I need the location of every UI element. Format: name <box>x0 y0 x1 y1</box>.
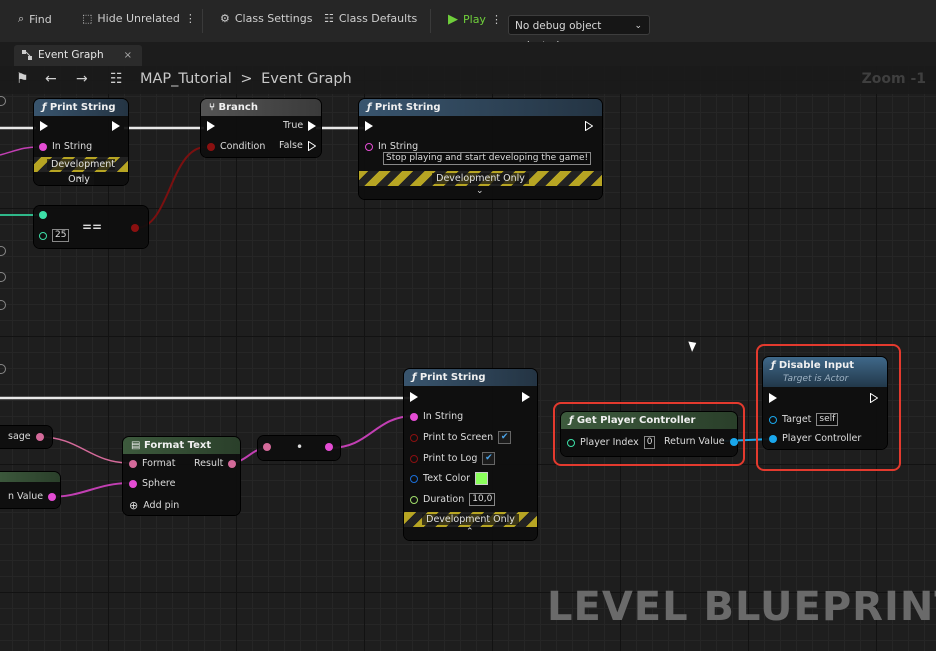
node-header: ▤ Format Text <box>123 437 240 454</box>
function-icon: ƒ <box>412 372 417 383</box>
format-pin[interactable]: Format <box>129 458 175 469</box>
print-string-node-3[interactable]: ƒ Print String In String Print to Screen… <box>404 369 537 540</box>
level-blueprint-watermark: LEVEL BLUEPRINT <box>547 584 936 630</box>
in-string-pin[interactable]: In String <box>410 411 463 422</box>
equals-operator: == <box>82 220 103 234</box>
node-header: ⑂ Branch <box>201 99 321 116</box>
breadcrumb-root[interactable]: MAP_Tutorial <box>140 71 232 87</box>
partial-message-node[interactable]: sage <box>0 426 52 448</box>
node-header: ƒ Print String <box>404 369 537 386</box>
function-icon: ƒ <box>367 102 372 113</box>
branch-icon: ⑂ <box>209 102 215 113</box>
text-color-pin[interactable]: Text Color <box>410 472 489 485</box>
false-pin[interactable]: False <box>279 140 316 151</box>
a-pin[interactable] <box>39 211 47 219</box>
graph-navbar: ⚑ ← → ☷ MAP_Tutorial > Event Graph Zoom … <box>0 66 936 94</box>
exec-in-pin[interactable] <box>207 121 215 131</box>
expand-chevron-icon[interactable]: ⌄ <box>76 172 84 182</box>
exec-in-pin[interactable] <box>410 392 418 402</box>
forward-arrow-icon[interactable]: → <box>76 71 88 87</box>
wires <box>0 126 773 498</box>
node-header: ƒ Print String <box>359 99 602 116</box>
message-pin[interactable]: sage <box>8 431 44 442</box>
node-header <box>0 472 60 482</box>
print-string-node-1[interactable]: ƒ Print String In String Development Onl… <box>34 99 128 185</box>
highlight-get-player-controller <box>553 402 745 466</box>
value-pin[interactable]: n Value <box>8 491 57 502</box>
in-string-pin[interactable]: In String <box>365 141 418 152</box>
node-header: ƒ Print String <box>34 99 128 116</box>
format-text-icon: ▤ <box>131 440 141 451</box>
development-only-banner: Development Only <box>404 512 537 527</box>
true-pin[interactable]: True <box>283 120 317 131</box>
conversion-out-pin[interactable] <box>325 443 333 451</box>
print-string-node-2[interactable]: ƒ Print String In String Stop playing an… <box>359 99 602 199</box>
expand-chevron-icon[interactable]: ⌄ <box>476 186 484 196</box>
breadcrumb-current: Event Graph <box>261 71 352 87</box>
function-icon: ƒ <box>42 102 47 113</box>
breadcrumb-separator: > <box>240 71 253 87</box>
add-pin-button[interactable]: ⊕ Add pin <box>129 499 179 512</box>
highlight-disable-input <box>756 344 901 471</box>
breadcrumb: MAP_Tutorial > Event Graph <box>140 71 352 87</box>
print-to-log-pin[interactable]: Print to Log ✔ <box>410 452 496 465</box>
partial-value-node[interactable]: n Value <box>0 472 60 508</box>
conversion-label: • <box>296 440 304 454</box>
exec-in-pin[interactable] <box>365 121 373 131</box>
condition-pin[interactable]: Condition <box>207 141 265 152</box>
bookmark-icon[interactable]: ⚑ <box>16 71 29 87</box>
text-color-swatch[interactable] <box>475 472 489 485</box>
print-to-log-checkbox[interactable]: ✔ <box>482 452 496 465</box>
bool-out-pin[interactable] <box>131 224 139 232</box>
in-string-value-field[interactable]: Stop playing and start developing the ga… <box>383 152 592 165</box>
left-edge-partial-nodes <box>0 96 8 386</box>
print-to-screen-checkbox[interactable]: ✔ <box>498 431 512 444</box>
exec-out-pin[interactable] <box>112 121 120 131</box>
print-to-screen-pin[interactable]: Print to Screen ✔ <box>410 431 512 444</box>
duration-pin[interactable]: Duration 10,0 <box>410 493 496 506</box>
in-string-pin[interactable]: In String <box>39 141 92 152</box>
exec-out-pin[interactable] <box>522 392 530 402</box>
conversion-in-pin[interactable] <box>263 443 271 451</box>
result-pin[interactable]: Result <box>194 458 237 469</box>
conversion-node[interactable]: • <box>258 436 340 460</box>
format-text-node[interactable]: ▤ Format Text Format Result Sphere ⊕ Add … <box>123 437 240 515</box>
development-only-banner: Development Only <box>34 157 128 185</box>
sphere-pin[interactable]: Sphere <box>129 478 175 489</box>
add-icon: ⊕ <box>129 499 139 512</box>
exec-out-pin[interactable] <box>585 121 593 131</box>
zoom-level: Zoom -1 <box>861 71 926 87</box>
graph-icon: ☷ <box>110 71 123 87</box>
back-arrow-icon[interactable]: ← <box>45 71 57 87</box>
exec-in-pin[interactable] <box>40 121 48 131</box>
equals-node[interactable]: 25 == <box>34 206 148 248</box>
collapse-chevron-icon[interactable]: ⌃ <box>466 527 474 537</box>
b-pin[interactable]: 25 <box>39 229 70 242</box>
branch-node[interactable]: ⑂ Branch True Condition False <box>201 99 321 157</box>
development-only-banner: Development Only <box>359 171 602 186</box>
